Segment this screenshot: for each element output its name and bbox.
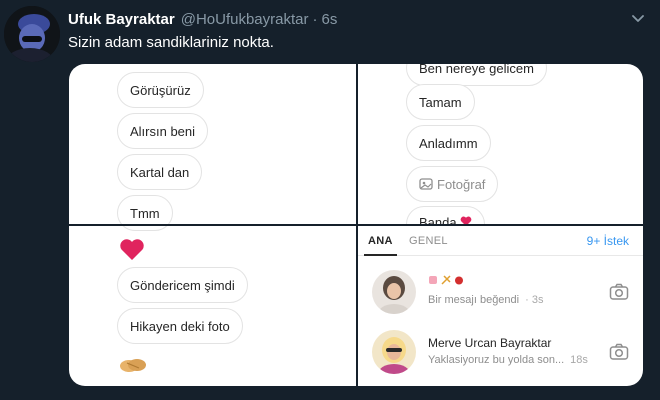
message-bubble: Ben nereye gelicem [406,64,547,86]
photo-icon [419,177,433,191]
message-bubble: Hikayen deki foto [117,308,243,344]
message-bubble: Görüşürüz [117,72,204,108]
grid-divider-horizontal [69,224,643,226]
thread-title [428,274,467,285]
thread-preview: Bir mesajı beğendi · 3s [428,294,543,306]
camera-icon[interactable] [609,282,629,302]
message-bubble: Alırsın beni [117,113,209,149]
message-text: Tmm [130,205,160,221]
thread-time: 18s [570,354,588,366]
thread-preview-text: Yaklasiyoruz bu yolda son... [428,354,565,366]
handshake-icon [119,354,147,376]
separator-dot: · [312,10,318,28]
chevron-down-icon[interactable] [630,10,646,26]
message-text: Kartal dan [130,164,190,180]
emoji-icon [441,274,451,285]
message-text: Tamam [419,94,462,110]
heart-icon [460,215,472,224]
thread-time: · 3s [525,294,544,306]
author-handle[interactable]: @HoUfukbayraktar [181,11,309,28]
thread-title: Merve Urcan Bayraktar [428,336,552,350]
emoji-icon [428,274,438,284]
avatar [372,330,416,374]
thread-preview-text: Bir mesajı beğendi [428,294,520,306]
heart-icon [119,238,145,262]
tweet-header: Ufuk Bayraktar @HoUfukbayraktar · 6s [68,8,646,30]
thread-row[interactable]: Merve Urcan Bayraktar Yaklasiyoruz bu yo… [358,322,643,382]
message-text: Anladımm [419,135,478,151]
message-text: Alırsın beni [130,123,196,139]
message-text: Hikayen deki foto [130,318,230,334]
message-text: Görüşürüz [130,82,191,98]
author-name[interactable]: Ufuk Bayraktar [68,11,175,28]
message-bubble: Göndericem şimdi [117,267,248,303]
thread-preview: Yaklasiyoruz bu yolda son... 18s [428,354,588,366]
message-bubble: Kartal dan [117,154,203,190]
message-bubble: Tamam [406,84,475,120]
tab-primary[interactable]: ANA [364,235,397,256]
message-text: Fotoğraf [437,176,486,192]
tweet-timestamp[interactable]: 6s [322,11,338,28]
tab-general[interactable]: GENEL [409,235,448,247]
message-text: Göndericem şimdi [130,277,235,293]
message-bubble: Banda [406,206,485,224]
tweet-media-grid[interactable]: Görüşürüz Alırsın beni Kartal dan Tmm Be… [69,64,643,386]
thread-row[interactable]: Bir mesajı beğendi · 3s [358,262,643,322]
photo-attachment-bubble[interactable]: Fotoğraf [406,166,499,202]
message-text: Banda [419,215,457,224]
message-bubble: Anladımm [406,125,491,161]
requests-link[interactable]: 9+ İstek [587,234,629,248]
inbox-tabs: ANA GENEL 9+ İstek [358,226,643,256]
emoji-icon [454,274,464,285]
message-text: Ben nereye gelicem [419,64,534,76]
tweet-text: Sizin adam sandiklariniz nokta. [68,34,274,51]
profile-avatar[interactable] [4,6,60,62]
camera-icon[interactable] [609,342,629,362]
avatar [372,270,416,314]
